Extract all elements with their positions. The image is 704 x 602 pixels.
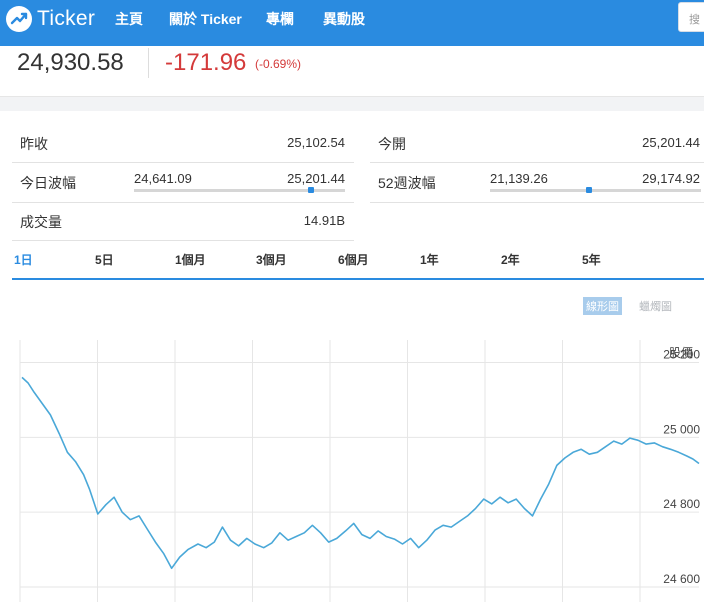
tab-5y[interactable]: 5年 (582, 251, 601, 268)
row-divider (12, 240, 354, 241)
day-high-value: 25,201.44 (287, 171, 345, 186)
row-divider (370, 202, 704, 203)
price-chart: 24 60024 80025 00025 200 (19, 340, 700, 602)
week52-range-marker (586, 187, 593, 193)
nav-item-columns[interactable]: 專欄 (266, 9, 294, 29)
volume-label: 成交量 (20, 214, 62, 230)
logo[interactable]: Ticker (6, 6, 95, 32)
week52-range-label: 52週波幅 (378, 175, 436, 191)
y-tick-label: 24 800 (663, 497, 700, 511)
tab-1m[interactable]: 1個月 (175, 251, 206, 268)
row-divider (12, 202, 354, 203)
open-label: 今開 (378, 136, 406, 152)
tabs-underline (12, 278, 704, 280)
volume-value: 14.91B (303, 213, 345, 228)
section-divider (0, 96, 704, 111)
index-price: 24,930.58 (17, 49, 124, 76)
week52-low-value: 21,139.26 (490, 171, 548, 186)
tab-2y[interactable]: 2年 (501, 251, 520, 268)
day-range-marker (308, 187, 315, 193)
price-change-percent: (-0.69%) (255, 57, 302, 71)
y-tick-label: 25 000 (663, 422, 700, 436)
trend-icon (6, 6, 32, 32)
tab-6m[interactable]: 6個月 (338, 251, 369, 268)
week52-range-bar (490, 189, 701, 192)
row-divider (12, 162, 354, 163)
divider (148, 48, 149, 78)
price-change: -171.96 (165, 49, 247, 76)
search-input[interactable]: 搜 (678, 2, 704, 32)
tab-1d[interactable]: 1日 (14, 251, 33, 268)
tab-1y[interactable]: 1年 (420, 251, 439, 268)
candlestick-toggle[interactable]: 蠟燭圖 (636, 297, 675, 315)
price-series-line (21, 376, 700, 570)
y-tick-label: 24 600 (663, 572, 700, 586)
y-axis-title: 股價 (669, 346, 694, 360)
prev-close-label: 昨收 (20, 136, 48, 152)
nav-item-home[interactable]: 主頁 (115, 9, 143, 29)
tab-5d[interactable]: 5日 (95, 251, 114, 268)
nav-item-about[interactable]: 關於 Ticker (169, 9, 242, 29)
nav-item-movers[interactable]: 異動股 (323, 9, 365, 29)
day-low-value: 24,641.09 (134, 171, 192, 186)
line-chart-toggle[interactable]: 線形圖 (583, 297, 622, 315)
logo-text: Ticker (37, 7, 96, 30)
day-range-label: 今日波幅 (20, 175, 76, 191)
top-navbar: Ticker 主頁 關於 Ticker 專欄 異動股 搜 (0, 0, 704, 46)
open-value: 25,201.44 (642, 135, 700, 150)
tab-3m[interactable]: 3個月 (256, 251, 287, 268)
row-divider (370, 162, 704, 163)
week52-high-value: 29,174.92 (642, 171, 700, 186)
prev-close-value: 25,102.54 (287, 135, 345, 150)
